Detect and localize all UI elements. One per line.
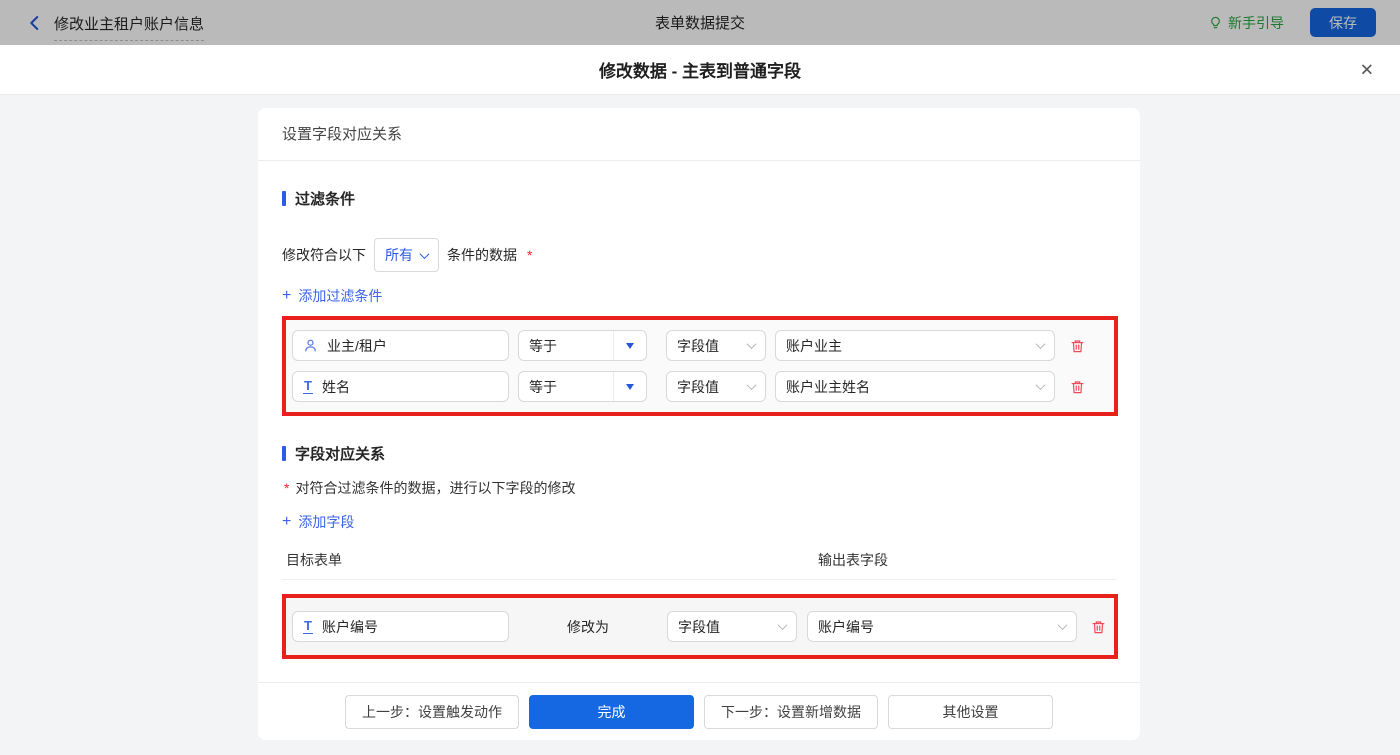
section-bar: [282, 446, 286, 461]
field-mapping-card: 设置字段对应关系 过滤条件 修改符合以下 所有 条件的数据 * + 添加过滤条件: [258, 108, 1140, 740]
mapping-value-type-select[interactable]: 字段值: [667, 611, 797, 642]
filter-operator-select[interactable]: 等于: [518, 330, 647, 361]
mapping-field-input[interactable]: T 账户编号: [292, 611, 509, 642]
match-prefix-label: 修改符合以下: [282, 245, 366, 265]
filter-value-select[interactable]: 账户业主: [775, 330, 1055, 361]
chevron-down-icon: [1036, 380, 1046, 390]
chevron-down-icon: [778, 620, 788, 630]
output-field-column-label: 输出表字段: [818, 550, 888, 570]
guide-label: 新手引导: [1228, 13, 1284, 33]
required-asterisk: *: [527, 247, 532, 263]
filter-conditions-highlight-box: 业主/租户 等于 字段值 账户业主: [282, 316, 1118, 416]
match-mode-select[interactable]: 所有: [374, 238, 439, 272]
dialog-header: 修改数据 - 主表到普通字段 ✕: [0, 45, 1400, 95]
topbar-center-title: 表单数据提交: [655, 12, 745, 33]
dialog-title: 修改数据 - 主表到普通字段: [599, 57, 801, 82]
filter-row: T 姓名 等于 字段值 账户业主姓名: [292, 371, 1108, 402]
chevron-down-icon: [1036, 339, 1046, 349]
match-suffix-label: 条件的数据: [447, 245, 517, 265]
delete-row-button[interactable]: [1070, 338, 1085, 354]
filter-value-type-select[interactable]: 字段值: [666, 371, 766, 402]
modify-to-label: 修改为: [509, 617, 667, 637]
delete-row-button[interactable]: [1091, 619, 1106, 635]
trash-icon: [1070, 379, 1085, 395]
text-field-icon: T: [303, 619, 313, 634]
user-icon: [303, 338, 318, 353]
save-button[interactable]: 保存: [1310, 8, 1376, 37]
chevron-down-icon: [1058, 620, 1068, 630]
back-icon[interactable]: [26, 14, 44, 32]
lightbulb-icon: [1208, 15, 1223, 31]
mapping-row: T 账户编号 修改为 字段值 账户编号: [292, 611, 1108, 642]
trash-icon: [1091, 619, 1106, 635]
filter-field-input[interactable]: T 姓名: [292, 371, 509, 402]
filter-value-select[interactable]: 账户业主姓名: [775, 371, 1055, 402]
mapping-value-select[interactable]: 账户编号: [807, 611, 1077, 642]
filter-field-input[interactable]: 业主/租户: [292, 330, 509, 361]
close-icon[interactable]: ✕: [1360, 61, 1374, 78]
caret-down-icon: [613, 372, 646, 401]
filter-section-title: 过滤条件: [282, 188, 1116, 209]
next-step-button[interactable]: 下一步：设置新增数据: [704, 695, 878, 729]
text-field-icon: T: [303, 379, 313, 394]
chevron-down-icon: [420, 249, 430, 259]
card-header-title: 设置字段对应关系: [258, 108, 1140, 161]
delete-row-button[interactable]: [1070, 379, 1085, 395]
target-form-column-label: 目标表单: [286, 550, 818, 570]
beginner-guide-link[interactable]: 新手引导: [1208, 13, 1284, 33]
field-mapping-highlight-box: T 账户编号 修改为 字段值 账户编号: [282, 594, 1118, 659]
chevron-down-icon: [747, 339, 757, 349]
dialog-body: 设置字段对应关系 过滤条件 修改符合以下 所有 条件的数据 * + 添加过滤条件: [0, 96, 1400, 755]
page-title: 修改业主租户账户信息: [54, 13, 204, 41]
filter-value-type-select[interactable]: 字段值: [666, 330, 766, 361]
chevron-down-icon: [747, 380, 757, 390]
topbar: 修改业主租户账户信息 表单数据提交 新手引导 保存: [0, 0, 1400, 45]
filter-row: 业主/租户 等于 字段值 账户业主: [292, 330, 1108, 361]
other-settings-button[interactable]: 其他设置: [888, 695, 1053, 729]
mapping-column-headers: 目标表单 输出表字段: [282, 550, 1116, 580]
required-asterisk: *: [284, 480, 289, 496]
trash-icon: [1070, 338, 1085, 354]
add-field-link[interactable]: + 添加字段: [282, 512, 354, 532]
filter-operator-select[interactable]: 等于: [518, 371, 647, 402]
match-mode-value: 所有: [385, 245, 413, 265]
plus-icon: +: [282, 288, 291, 304]
done-button[interactable]: 完成: [529, 695, 694, 729]
prev-step-button[interactable]: 上一步：设置触发动作: [345, 695, 519, 729]
mapping-section-title: 字段对应关系: [282, 443, 1116, 464]
mapping-description: * 对符合过滤条件的数据，进行以下字段的修改: [282, 478, 1116, 498]
caret-down-icon: [613, 331, 646, 360]
card-footer: 上一步：设置触发动作 完成 下一步：设置新增数据 其他设置: [258, 682, 1140, 740]
plus-icon: +: [282, 514, 291, 530]
add-filter-condition-link[interactable]: + 添加过滤条件: [282, 286, 382, 306]
section-bar: [282, 191, 286, 206]
